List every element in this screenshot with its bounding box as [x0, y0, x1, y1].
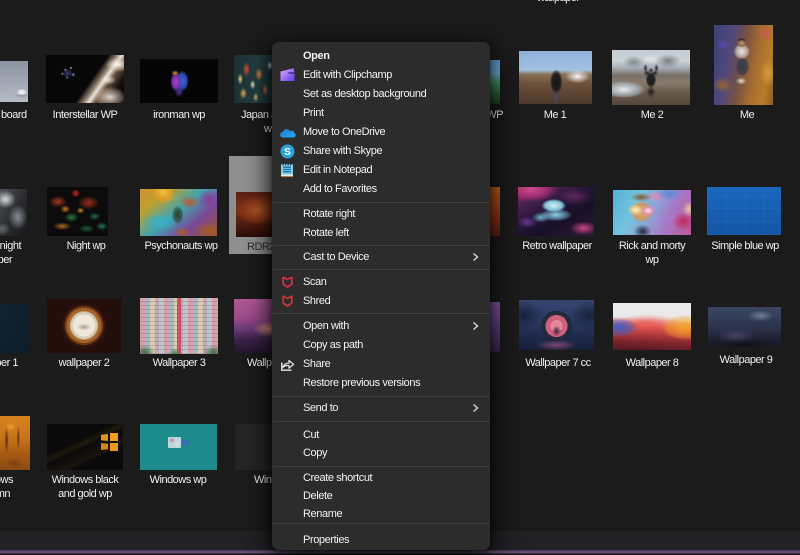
- svg-text:S: S: [284, 147, 291, 158]
